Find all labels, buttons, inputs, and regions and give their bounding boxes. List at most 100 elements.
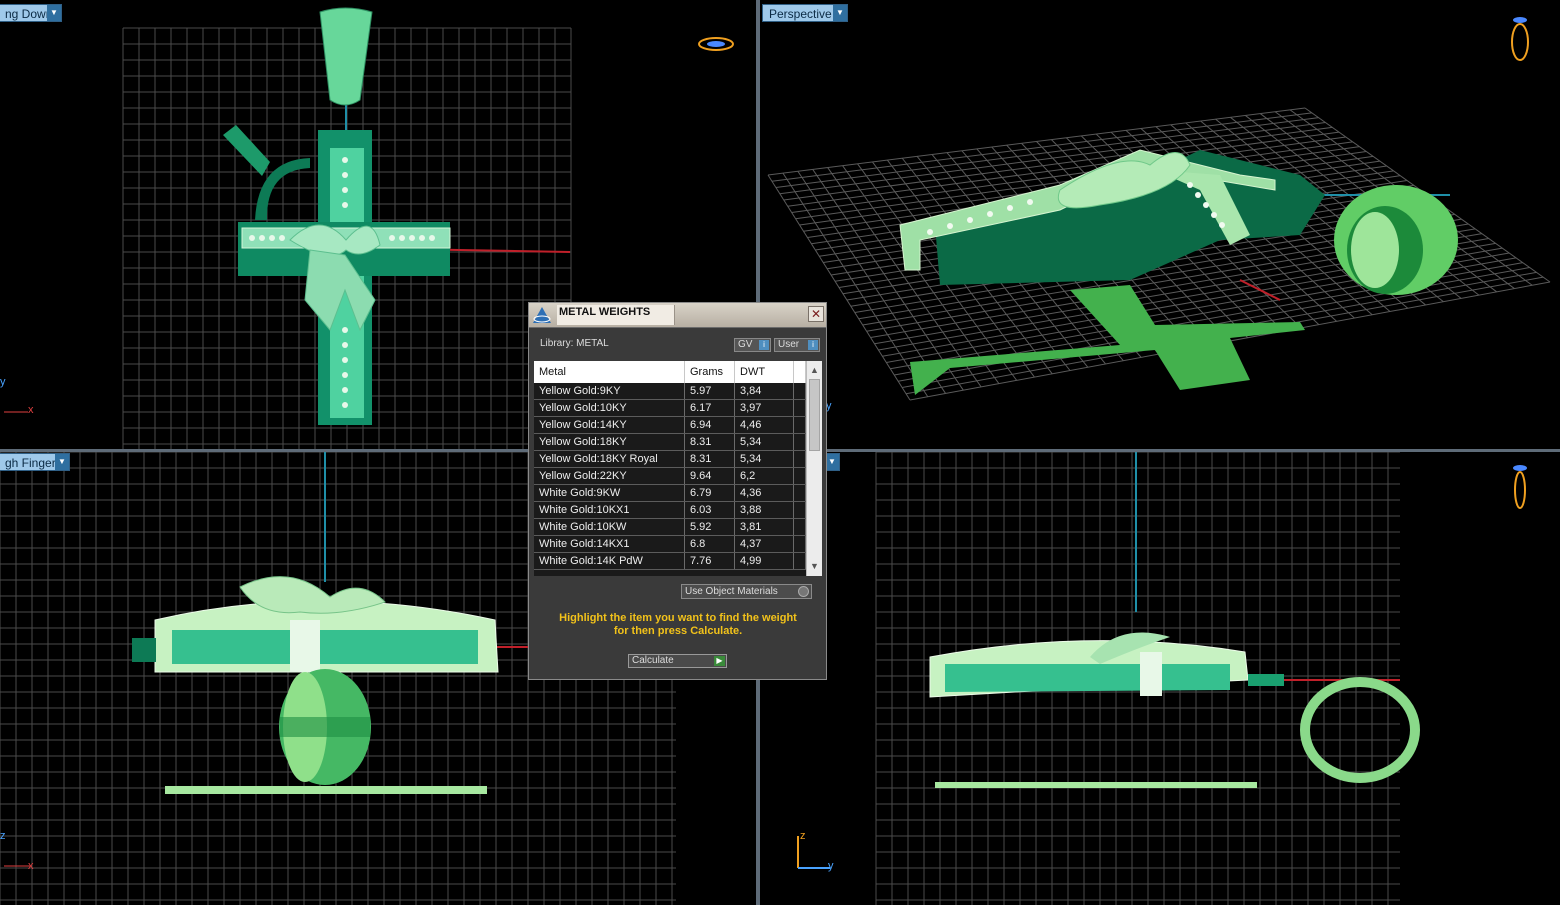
- cell-grams: 6.8: [685, 536, 735, 552]
- cell-dwt: 3,88: [735, 502, 794, 518]
- viewport-perspective[interactable]: Perspective ▼ y: [760, 0, 1560, 449]
- scroll-up-arrow-icon[interactable]: ▲: [807, 363, 822, 378]
- cell-spacer: [794, 468, 806, 484]
- table-row[interactable]: White Gold:14K PdW 7.76 4,99: [534, 553, 806, 570]
- library-label: Library: METAL: [540, 338, 609, 349]
- axis-z-label: z: [800, 830, 806, 842]
- cell-spacer: [794, 502, 806, 518]
- viewport-top-view-dropdown[interactable]: ng Down ▼: [0, 4, 62, 22]
- viewport-perspective-view-dropdown[interactable]: Perspective ▼: [762, 4, 848, 22]
- cell-spacer: [794, 536, 806, 552]
- table-row[interactable]: Yellow Gold:9KY 5.97 3,84: [534, 383, 806, 400]
- cell-grams: 6.94: [685, 417, 735, 433]
- metal-table[interactable]: Metal Grams DWT Yellow Gold:9KY 5.97 3,84 Y…: [534, 361, 822, 576]
- cell-dwt: 3,84: [735, 383, 794, 399]
- cell-spacer: [794, 519, 806, 535]
- cell-grams: 8.31: [685, 434, 735, 450]
- cell-metal: White Gold:10KW: [534, 519, 685, 535]
- user-button[interactable]: User i: [774, 338, 820, 352]
- axis-x-label: x: [28, 860, 34, 872]
- cell-dwt: 4,37: [735, 536, 794, 552]
- calculate-button[interactable]: Calculate ▶: [628, 654, 727, 668]
- table-row[interactable]: White Gold:10KX1 6.03 3,88: [534, 502, 806, 519]
- matrix-logo-icon: [533, 307, 551, 323]
- viewport-side-scene: [797, 452, 1527, 905]
- close-button[interactable]: ✕: [808, 306, 824, 322]
- table-row[interactable]: Yellow Gold:14KY 6.94 4,46: [534, 417, 806, 434]
- cell-dwt: 3,81: [735, 519, 794, 535]
- column-header-grams[interactable]: Grams: [685, 361, 735, 383]
- viewport-front-view-dropdown[interactable]: gh Finger ▼: [0, 453, 70, 471]
- viewport-perspective-view-label: Perspective: [769, 7, 832, 21]
- cell-spacer: [794, 383, 806, 399]
- table-row[interactable]: Yellow Gold:22KY 9.64 6,2: [534, 468, 806, 485]
- cell-grams: 9.64: [685, 468, 735, 484]
- gv-button[interactable]: GV i: [734, 338, 771, 352]
- table-row[interactable]: White Gold:14KX1 6.8 4,37: [534, 536, 806, 553]
- cell-metal: White Gold:14K PdW: [534, 553, 685, 569]
- cell-dwt: 5,34: [735, 434, 794, 450]
- cell-dwt: 6,2: [735, 468, 794, 484]
- cell-metal: White Gold:10KX1: [534, 502, 685, 518]
- cell-grams: 6.03: [685, 502, 735, 518]
- table-row[interactable]: White Gold:9KW 6.79 4,36: [534, 485, 806, 502]
- table-body: Yellow Gold:9KY 5.97 3,84 Yellow Gold:10KY 6…: [534, 383, 806, 576]
- table-row[interactable]: Yellow Gold:18KY 8.31 5,34: [534, 434, 806, 451]
- cell-metal: Yellow Gold:14KY: [534, 417, 685, 433]
- cell-grams: 5.97: [685, 383, 735, 399]
- cell-dwt: 4,46: [735, 417, 794, 433]
- toggle-knob-icon: [798, 586, 809, 597]
- column-header-dwt[interactable]: DWT: [735, 361, 794, 383]
- cell-dwt: 3,97: [735, 400, 794, 416]
- use-object-materials-toggle[interactable]: Use Object Materials: [681, 584, 812, 599]
- instruction-line-1: Highlight the item you want to find the …: [559, 612, 797, 624]
- cell-metal: Yellow Gold:10KY: [534, 400, 685, 416]
- axis-z-label: z: [0, 830, 6, 842]
- table-row[interactable]: Yellow Gold:18KY Royal 8.31 5,34: [534, 451, 806, 468]
- cell-metal: Yellow Gold:18KY Royal: [534, 451, 685, 467]
- instruction-line-2: for then press Calculate.: [613, 625, 743, 637]
- scroll-down-arrow-icon[interactable]: ▼: [807, 559, 822, 574]
- viewport-top-view-label: ng Down: [5, 7, 53, 21]
- table-row[interactable]: White Gold:10KW 5.92 3,81: [534, 519, 806, 536]
- cell-dwt: 4,36: [735, 485, 794, 501]
- gv-label: GV: [738, 339, 753, 350]
- axis-y-label: y: [0, 376, 6, 388]
- table-header: Metal Grams DWT: [534, 361, 822, 383]
- dialog-title-bar[interactable]: METAL WEIGHTS ✕: [529, 303, 826, 328]
- cell-grams: 5.92: [685, 519, 735, 535]
- scroll-thumb[interactable]: [809, 379, 820, 451]
- cell-metal: White Gold:9KW: [534, 485, 685, 501]
- cell-spacer: [794, 434, 806, 450]
- chevron-down-icon: ▼: [55, 454, 69, 470]
- viewport-perspective-scene: [767, 17, 1551, 401]
- cell-spacer: [794, 400, 806, 416]
- cell-metal: Yellow Gold:9KY: [534, 383, 685, 399]
- cell-metal: White Gold:14KX1: [534, 536, 685, 552]
- dialog-title: METAL WEIGHTS: [557, 305, 675, 325]
- chevron-down-icon: ▼: [833, 5, 847, 21]
- cell-grams: 6.17: [685, 400, 735, 416]
- axis-x-label: x: [28, 404, 34, 416]
- cell-metal: Yellow Gold:22KY: [534, 468, 685, 484]
- cell-dwt: 5,34: [735, 451, 794, 467]
- cell-grams: 7.76: [685, 553, 735, 569]
- viewport-side[interactable]: ▼ z y: [760, 452, 1560, 905]
- cell-spacer: [794, 553, 806, 569]
- column-header-spacer: [794, 361, 806, 383]
- cell-grams: 6.79: [685, 485, 735, 501]
- axis-y-label: y: [828, 860, 834, 872]
- info-icon: i: [759, 340, 769, 350]
- info-icon: i: [808, 340, 818, 350]
- table-scrollbar[interactable]: ▲ ▼: [806, 361, 822, 576]
- play-arrow-icon: ▶: [714, 656, 725, 666]
- column-header-metal[interactable]: Metal: [534, 361, 685, 383]
- metal-weights-dialog[interactable]: METAL WEIGHTS ✕ Library: METAL GV i User…: [528, 302, 827, 680]
- chevron-down-icon: ▼: [47, 5, 61, 21]
- instruction-text: Highlight the item you want to find the …: [539, 612, 817, 638]
- cell-spacer: [794, 451, 806, 467]
- cell-metal: Yellow Gold:18KY: [534, 434, 685, 450]
- table-row[interactable]: Yellow Gold:10KY 6.17 3,97: [534, 400, 806, 417]
- calculate-label: Calculate: [632, 655, 674, 666]
- chevron-down-icon: ▼: [825, 454, 839, 470]
